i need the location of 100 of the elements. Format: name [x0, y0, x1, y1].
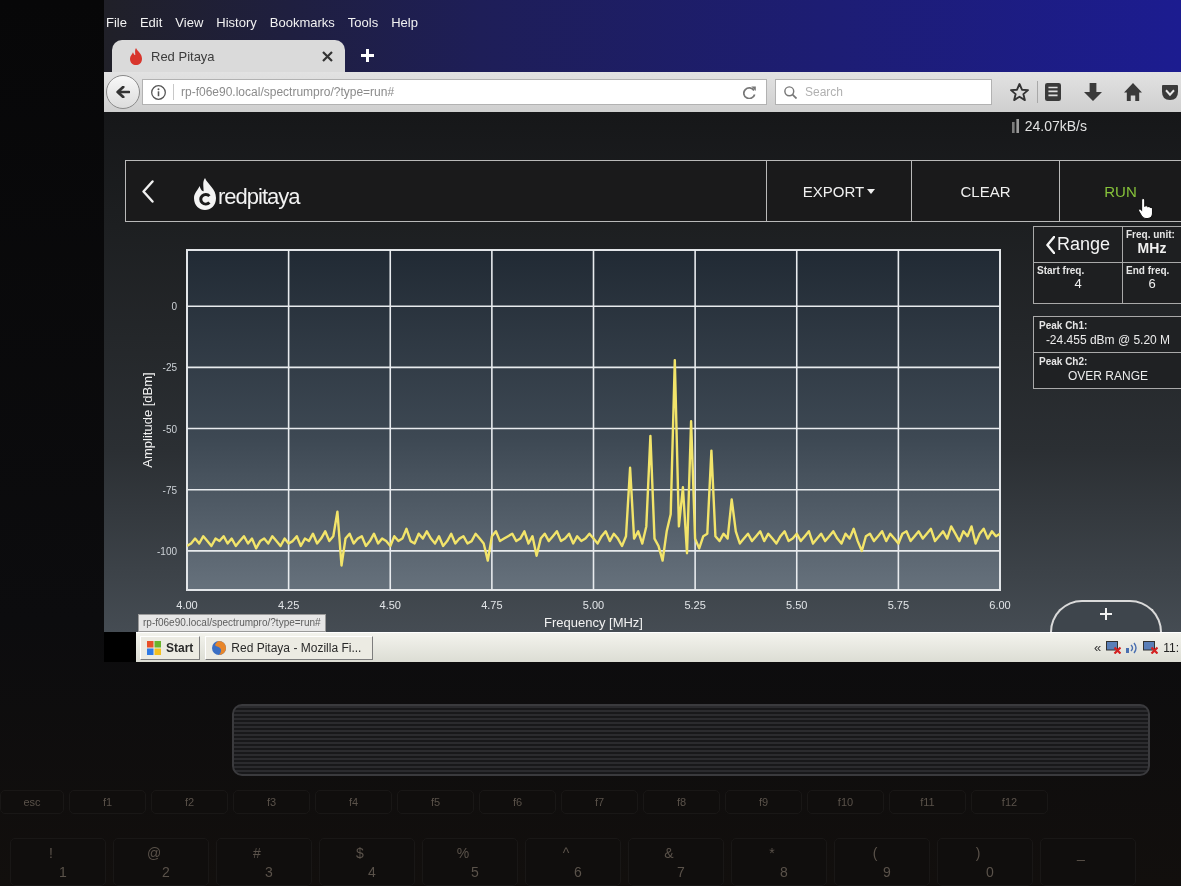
- key-legend: *: [769, 845, 775, 861]
- key-legend: %: [456, 845, 470, 861]
- menu-item[interactable]: Tools: [347, 15, 379, 31]
- caret-icon: [867, 188, 876, 194]
- peak-value: OVER RANGE: [1068, 369, 1148, 383]
- arrow-down-icon[interactable]: [1084, 83, 1102, 101]
- peak-label: Peak Ch2:: [1039, 356, 1089, 367]
- plus-icon[interactable]: [361, 49, 374, 62]
- keyboard-key: f2: [151, 790, 228, 814]
- star-icon[interactable]: [1010, 83, 1029, 101]
- chevron-left-icon: [1045, 235, 1055, 254]
- axis-tick-label: -100: [157, 545, 177, 557]
- axis-tick-label: 5.25: [684, 599, 706, 611]
- search-field[interactable]: Search: [775, 79, 992, 105]
- setting-value[interactable]: 6: [1148, 276, 1156, 291]
- keyboard-key: f12: [971, 790, 1048, 814]
- browser-tab[interactable]: Red Pitaya: [112, 40, 345, 72]
- hand-cursor-icon: [1138, 198, 1153, 219]
- axis-tick-label: 5.00: [582, 599, 605, 611]
- chevron-shield-icon[interactable]: [1162, 84, 1178, 100]
- keyboard-key: esc: [0, 790, 64, 814]
- header-button[interactable]: EXPORT: [766, 161, 911, 221]
- setting-value[interactable]: 4: [1074, 276, 1082, 291]
- key-legend: ^: [562, 845, 570, 861]
- key-legend: @: [146, 845, 162, 861]
- keyboard-key: f5: [397, 790, 474, 814]
- tiles-icon: [147, 640, 161, 655]
- header-button[interactable]: CLEAR: [911, 161, 1059, 221]
- peak-value: -24.455 dBm @ 5.20 M: [1045, 333, 1171, 347]
- plus-icon: [1100, 608, 1112, 620]
- key-legend: #: [253, 845, 261, 861]
- key-legend: _: [1077, 845, 1085, 861]
- menu-item[interactable]: View: [175, 15, 204, 31]
- setting-label: Freq. unit:: [1126, 229, 1176, 240]
- axis-tick-label: -50: [162, 423, 177, 435]
- axis-tick-label: 5.50: [786, 599, 808, 611]
- menu-item[interactable]: Bookmarks: [269, 15, 335, 31]
- axis-tick-label: 4.75: [481, 599, 503, 611]
- clipboard-list-icon[interactable]: [1045, 83, 1061, 101]
- start-button[interactable]: Start: [140, 635, 201, 660]
- key-legend: (: [872, 845, 878, 861]
- axis-tick-label: 5.75: [887, 599, 910, 611]
- key-legend: $: [356, 845, 364, 861]
- monitor-cross-icon[interactable]: [1143, 641, 1159, 654]
- axis-tick-label: 4.50: [379, 599, 401, 611]
- home-icon[interactable]: [1124, 83, 1142, 101]
- search-input[interactable]: Search: [805, 83, 983, 101]
- key-legend: 6: [574, 864, 582, 880]
- signal-waves-icon[interactable]: [1126, 641, 1139, 654]
- axis-tick-label: 4.00: [176, 599, 198, 611]
- key-legend: &: [664, 845, 674, 861]
- key-legend: 9: [883, 864, 891, 880]
- close-icon[interactable]: [322, 50, 333, 62]
- menu-item[interactable]: Edit: [139, 15, 163, 31]
- key-legend: !: [49, 845, 53, 861]
- taskbar-button[interactable]: Red Pitaya - Mozilla Fi...: [205, 635, 374, 660]
- key-legend: ): [975, 845, 981, 861]
- menu-item[interactable]: Help: [391, 15, 418, 31]
- reload-icon[interactable]: [743, 85, 756, 99]
- address-field[interactable]: rp-f06e90.local/spectrumpro/?type=run#: [142, 79, 767, 105]
- logo-text: redpitaya: [218, 184, 300, 210]
- key-legend: 7: [677, 864, 685, 880]
- tray-toggle[interactable]: «: [1093, 640, 1102, 655]
- search-icon: [784, 85, 797, 99]
- info-icon[interactable]: [151, 84, 166, 100]
- keyboard-key: f1: [69, 790, 146, 814]
- url-input[interactable]: rp-f06e90.local/spectrumpro/?type=run#: [181, 83, 736, 101]
- menu-item[interactable]: History: [216, 15, 257, 31]
- keyboard-key: f10: [807, 790, 884, 814]
- status-tooltip: rp-f06e90.local/spectrumpro/?type=run#: [138, 614, 326, 632]
- globe-icon: [212, 640, 227, 655]
- range-back-button[interactable]: Range: [1034, 227, 1123, 263]
- axis-tick-label: -25: [162, 362, 177, 374]
- back-button[interactable]: [106, 75, 140, 109]
- keyboard-key: f3: [233, 790, 310, 814]
- keyboard-key: f9: [725, 790, 802, 814]
- menu-item[interactable]: File: [106, 15, 127, 31]
- monitor-cross-icon[interactable]: [1106, 641, 1122, 654]
- keyboard-key: f11: [889, 790, 966, 814]
- setting-value[interactable]: MHz: [1137, 240, 1167, 256]
- key-legend: 8: [780, 864, 788, 880]
- chevron-left-icon[interactable]: [142, 179, 154, 203]
- axis-title: Amplitude [dBm]: [140, 372, 155, 468]
- transfer-rate: 24.07kB/s: [1024, 118, 1087, 134]
- arrow-left-icon: [116, 86, 130, 98]
- clock: 11:: [1163, 640, 1179, 655]
- peak-label: Peak Ch1:: [1039, 320, 1089, 331]
- flame-logo-icon: [194, 178, 216, 210]
- key-legend: 5: [471, 864, 479, 880]
- keyboard-key: f4: [315, 790, 392, 814]
- flame-icon: [130, 47, 142, 65]
- axis-tick-label: 0: [171, 301, 177, 313]
- keyboard-key: f6: [479, 790, 556, 814]
- key-legend: 2: [162, 864, 170, 880]
- setting-label: Start freq.: [1037, 265, 1086, 276]
- key-legend: 1: [59, 864, 67, 880]
- key-legend: 0: [986, 864, 994, 880]
- signal-bars-icon: [1011, 119, 1019, 133]
- axis-title: Frequency [MHz]: [544, 615, 643, 630]
- setting-label: End freq.: [1126, 265, 1171, 276]
